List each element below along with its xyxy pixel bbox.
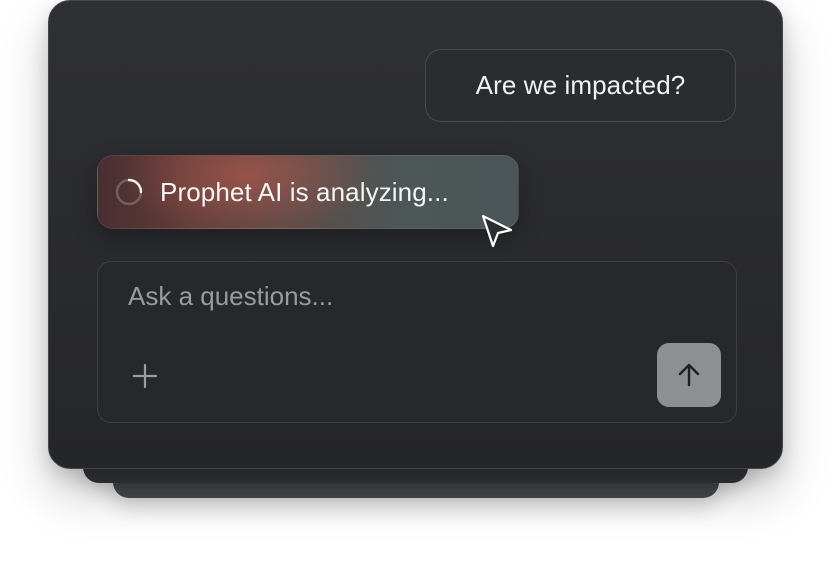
scene: Are we impacted? Prophet AI is analyzing… [0, 0, 832, 570]
attach-button[interactable] [128, 359, 162, 393]
chat-card: Are we impacted? Prophet AI is analyzing… [48, 0, 783, 469]
user-message-bubble: Are we impacted? [425, 49, 736, 122]
user-message-text: Are we impacted? [475, 70, 686, 100]
analyzing-status-pill: Prophet AI is analyzing... [97, 155, 519, 229]
spinner-icon [115, 178, 143, 206]
cursor-pointer-icon [481, 214, 513, 248]
arrow-up-icon [678, 363, 700, 387]
send-button[interactable] [657, 343, 721, 407]
question-input[interactable] [128, 276, 688, 316]
analyzing-status-text: Prophet AI is analyzing... [160, 176, 449, 207]
plus-icon [132, 363, 158, 389]
composer-box [97, 261, 737, 423]
